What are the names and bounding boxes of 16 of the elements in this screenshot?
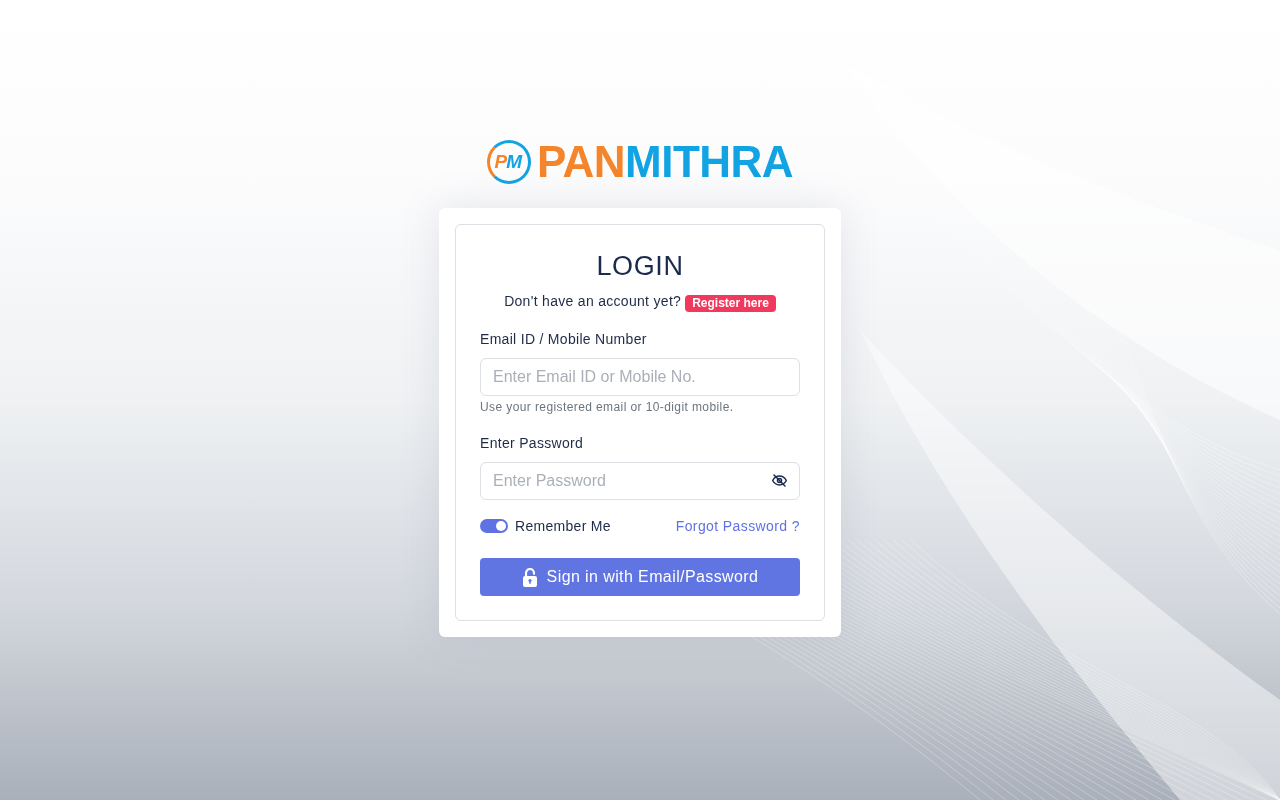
help-text: Use your registered email or 10-digit mobile. xyxy=(480,399,735,415)
field-label: Enter Password xyxy=(480,434,585,453)
logo-wordmark: PANMITHRA xyxy=(536,140,794,184)
register-link[interactable]: Register here xyxy=(685,295,776,312)
text-field[interactable]: Enter Email ID or Mobile No. xyxy=(480,358,800,396)
logo-monogram: PM xyxy=(486,140,531,184)
unlock-icon xyxy=(521,567,538,587)
sign-in-button[interactable]: Sign in with Email/Password xyxy=(480,558,800,596)
eye-off-icon[interactable] xyxy=(772,474,787,487)
forgot-password-link[interactable]: Forgot Password ? xyxy=(675,516,800,536)
login-title: LOGIN xyxy=(596,250,684,283)
register-prompt: Don't have an account yet? xyxy=(504,292,682,311)
remember-me-label: Remember Me xyxy=(515,517,611,536)
field-label: Email ID / Mobile Number xyxy=(480,330,648,349)
toggle-switch[interactable] xyxy=(480,519,508,533)
password-field[interactable]: Enter Password xyxy=(480,462,800,500)
